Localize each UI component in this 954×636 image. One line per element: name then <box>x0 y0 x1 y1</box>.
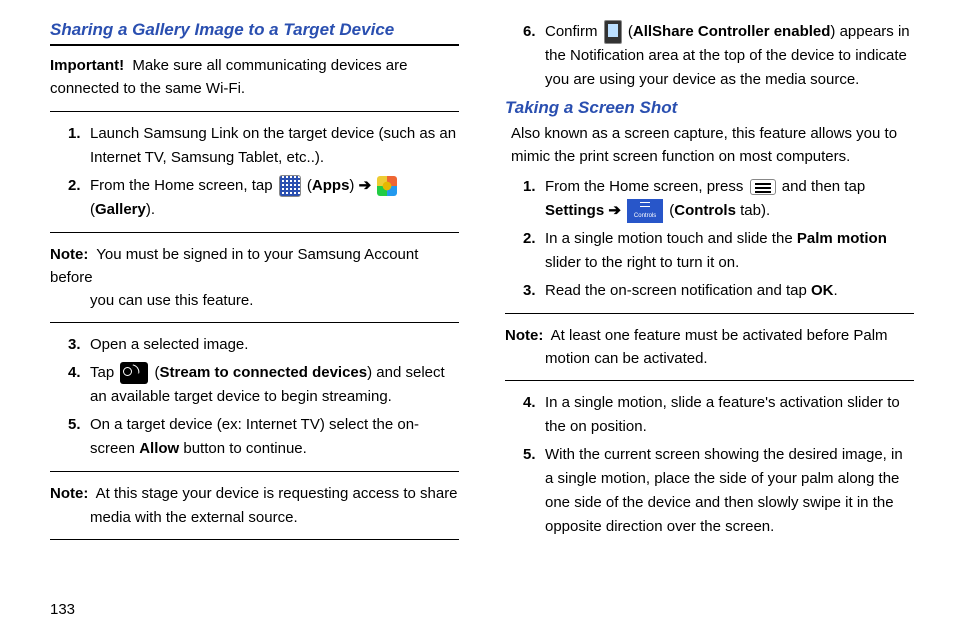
step-number: 1. <box>523 175 545 199</box>
step-item: 3. Open a selected image. <box>68 333 459 357</box>
divider <box>50 111 459 112</box>
divider <box>505 380 914 381</box>
stream-label: Stream to connected devices <box>160 364 368 381</box>
step-number: 3. <box>523 279 545 303</box>
step-text: With the current screen showing the desi… <box>545 443 914 539</box>
steps-list: 3. Open a selected image. 4. Tap (Stream… <box>50 333 459 461</box>
arrow-icon: ➔ <box>604 202 625 219</box>
note-label: Note: <box>505 327 543 344</box>
gallery-label: Gallery <box>95 201 146 218</box>
text-fragment: In a single motion touch and slide the <box>545 230 797 247</box>
important-label: Important! <box>50 57 124 74</box>
step-item: 5. With the current screen showing the d… <box>523 443 914 539</box>
step-number: 3. <box>68 333 90 357</box>
right-column: 6. Confirm (AllShare Controller enabled)… <box>505 20 914 626</box>
text-fragment: Read the on-screen notification and tap <box>545 282 811 299</box>
text-fragment: button to continue. <box>179 440 307 457</box>
steps-list: 1. From the Home screen, press and then … <box>505 175 914 303</box>
text-fragment: . <box>151 201 155 218</box>
step-text: Tap (Stream to connected devices) and se… <box>90 361 459 409</box>
step-item: 4. In a single motion, slide a feature's… <box>523 391 914 439</box>
steps-list: 6. Confirm (AllShare Controller enabled)… <box>505 20 914 92</box>
step-item: 1. From the Home screen, press and then … <box>523 175 914 223</box>
step-text: Launch Samsung Link on the target device… <box>90 122 459 170</box>
note-block: Note: At least one feature must be activ… <box>505 324 914 371</box>
text-fragment: From the Home screen, tap <box>90 177 277 194</box>
section-heading-screenshot: Taking a Screen Shot <box>505 98 914 118</box>
step-item: 6. Confirm (AllShare Controller enabled)… <box>523 20 914 92</box>
ok-label: OK <box>811 282 834 299</box>
step-item: 1. Launch Samsung Link on the target dev… <box>68 122 459 170</box>
controls-icon <box>627 199 663 223</box>
divider <box>50 322 459 323</box>
text-fragment: . <box>834 282 838 299</box>
steps-list: 4. In a single motion, slide a feature's… <box>505 391 914 539</box>
apps-icon <box>279 175 301 197</box>
stream-icon <box>120 362 148 384</box>
step-text: From the Home screen, press and then tap… <box>545 175 914 223</box>
step-item: 4. Tap (Stream to connected devices) and… <box>68 361 459 409</box>
apps-label: Apps <box>312 177 350 194</box>
palm-motion-label: Palm motion <box>797 230 887 247</box>
controls-label: Controls <box>674 202 736 219</box>
important-block: Important! Make sure all communicating d… <box>50 54 459 101</box>
note-text-cont: motion can be activated. <box>505 347 914 370</box>
step-text: Confirm (AllShare Controller enabled) ap… <box>545 20 914 92</box>
step-item: 2. In a single motion touch and slide th… <box>523 227 914 275</box>
step-number: 1. <box>68 122 90 146</box>
page-number: 133 <box>50 601 75 618</box>
text-fragment: tab). <box>736 202 770 219</box>
section-heading-sharing: Sharing a Gallery Image to a Target Devi… <box>50 20 459 40</box>
left-column: Sharing a Gallery Image to a Target Devi… <box>50 20 459 626</box>
text-fragment: Confirm <box>545 23 602 40</box>
note-text: At this stage your device is requesting … <box>96 485 458 502</box>
step-item: 2. From the Home screen, tap (Apps) ➔ (G… <box>68 174 459 222</box>
divider <box>50 44 459 46</box>
divider <box>505 313 914 314</box>
step-number: 2. <box>523 227 545 251</box>
step-text: Read the on-screen notification and tap … <box>545 279 914 303</box>
step-number: 4. <box>523 391 545 415</box>
note-text-cont: media with the external source. <box>50 506 459 529</box>
step-number: 5. <box>68 413 90 437</box>
text-fragment: Tap <box>90 364 118 381</box>
step-item: 3. Read the on-screen notification and t… <box>523 279 914 303</box>
note-label: Note: <box>50 246 88 263</box>
text-fragment: slider to the right to turn it on. <box>545 254 739 271</box>
step-text: From the Home screen, tap (Apps) ➔ (Gall… <box>90 174 459 222</box>
divider <box>50 539 459 540</box>
step-text: In a single motion touch and slide the P… <box>545 227 914 275</box>
menu-icon <box>750 179 776 195</box>
allow-label: Allow <box>139 440 179 457</box>
note-block: Note: You must be signed in to your Sams… <box>50 243 459 313</box>
step-item: 5. On a target device (ex: Internet TV) … <box>68 413 459 461</box>
divider <box>50 471 459 472</box>
step-text: In a single motion, slide a feature's ac… <box>545 391 914 439</box>
steps-list: 1. Launch Samsung Link on the target dev… <box>50 122 459 222</box>
step-text: Open a selected image. <box>90 333 459 357</box>
note-label: Note: <box>50 485 88 502</box>
step-number: 6. <box>523 20 545 44</box>
gallery-icon <box>377 176 397 196</box>
intro-paragraph: Also known as a screen capture, this fea… <box>511 122 914 169</box>
allshare-label: AllShare Controller enabled <box>633 23 831 40</box>
divider <box>50 232 459 233</box>
note-block: Note: At this stage your device is reque… <box>50 482 459 529</box>
note-text: You must be signed in to your Samsung Ac… <box>50 246 418 286</box>
step-text: On a target device (ex: Internet TV) sel… <box>90 413 459 461</box>
text-fragment: From the Home screen, press <box>545 178 748 195</box>
note-text: At least one feature must be activated b… <box>551 327 888 344</box>
step-number: 4. <box>68 361 90 385</box>
note-text-cont: you can use this feature. <box>50 289 459 312</box>
text-fragment: and then tap <box>782 178 865 195</box>
device-icon <box>604 20 622 44</box>
settings-label: Settings <box>545 202 604 219</box>
arrow-icon: ➔ <box>354 177 375 194</box>
step-number: 2. <box>68 174 90 198</box>
step-number: 5. <box>523 443 545 467</box>
